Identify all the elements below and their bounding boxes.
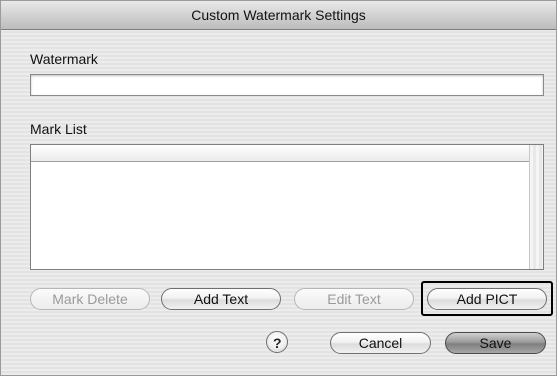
add-text-button[interactable]: Add Text	[161, 288, 281, 310]
watermark-input[interactable]	[30, 74, 544, 96]
help-button[interactable]: ?	[266, 331, 288, 353]
dialog-title: Custom Watermark Settings	[191, 7, 366, 23]
save-button[interactable]: Save	[445, 332, 546, 354]
mark-list-body[interactable]	[31, 162, 529, 269]
mark-list-label: Mark List	[30, 121, 87, 137]
mark-delete-button[interactable]: Mark Delete	[30, 288, 150, 310]
dialog-title-bar: Custom Watermark Settings	[1, 1, 556, 30]
watermark-label: Watermark	[30, 51, 98, 67]
add-pict-button[interactable]: Add PICT	[427, 288, 547, 310]
mark-list-header	[31, 145, 529, 162]
custom-watermark-dialog: Custom Watermark Settings Watermark Mark…	[0, 0, 557, 376]
mark-list-scrollbar[interactable]	[529, 145, 543, 269]
edit-text-button[interactable]: Edit Text	[294, 288, 414, 310]
mark-list[interactable]	[30, 144, 544, 270]
cancel-button[interactable]: Cancel	[330, 332, 431, 354]
